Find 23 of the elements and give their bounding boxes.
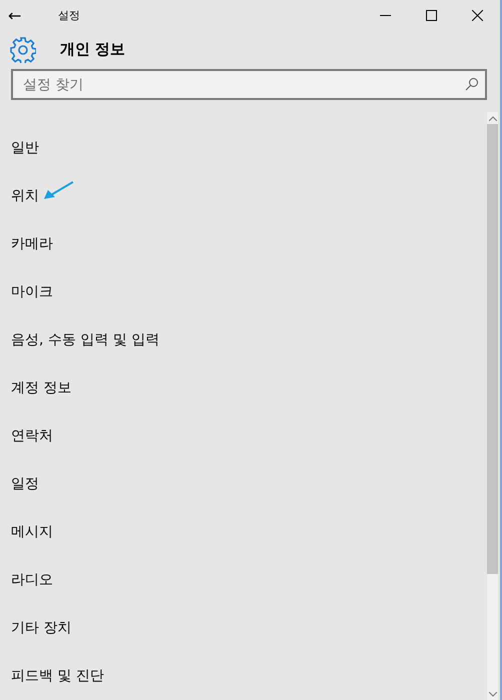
scroll-down-icon[interactable] (488, 692, 496, 696)
scroll-up-icon[interactable] (488, 116, 496, 120)
menu-item[interactable]: 카메라 (11, 235, 53, 253)
menu-item[interactable]: 일정 (11, 475, 39, 493)
menu-item[interactable]: 계정 정보 (11, 379, 72, 397)
search-icon (465, 77, 479, 91)
menu-item[interactable]: 일반 (11, 139, 39, 157)
menu-item[interactable]: 마이크 (11, 283, 53, 301)
menu-item[interactable]: 피드백 및 진단 (11, 667, 104, 685)
close-icon (472, 10, 482, 20)
maximize-icon (426, 10, 436, 20)
menu-item[interactable]: 연락처 (11, 427, 53, 445)
menu-item[interactable]: 기타 장치 (11, 619, 72, 637)
menu-item[interactable]: 위치 (11, 187, 39, 205)
window-title: 설정 (58, 8, 81, 22)
menu-item[interactable]: 메시지 (11, 523, 53, 541)
scrollbar[interactable] (487, 112, 498, 700)
menu-item[interactable]: 음성, 수동 입력 및 입력 (11, 331, 160, 349)
menu-item[interactable]: 라디오 (11, 571, 53, 589)
search-field[interactable]: 설정 찾기 (11, 69, 487, 100)
settings-icon (10, 36, 36, 62)
back-button[interactable]: ← (0, 6, 46, 24)
page-title: 개인 정보 (60, 40, 126, 59)
